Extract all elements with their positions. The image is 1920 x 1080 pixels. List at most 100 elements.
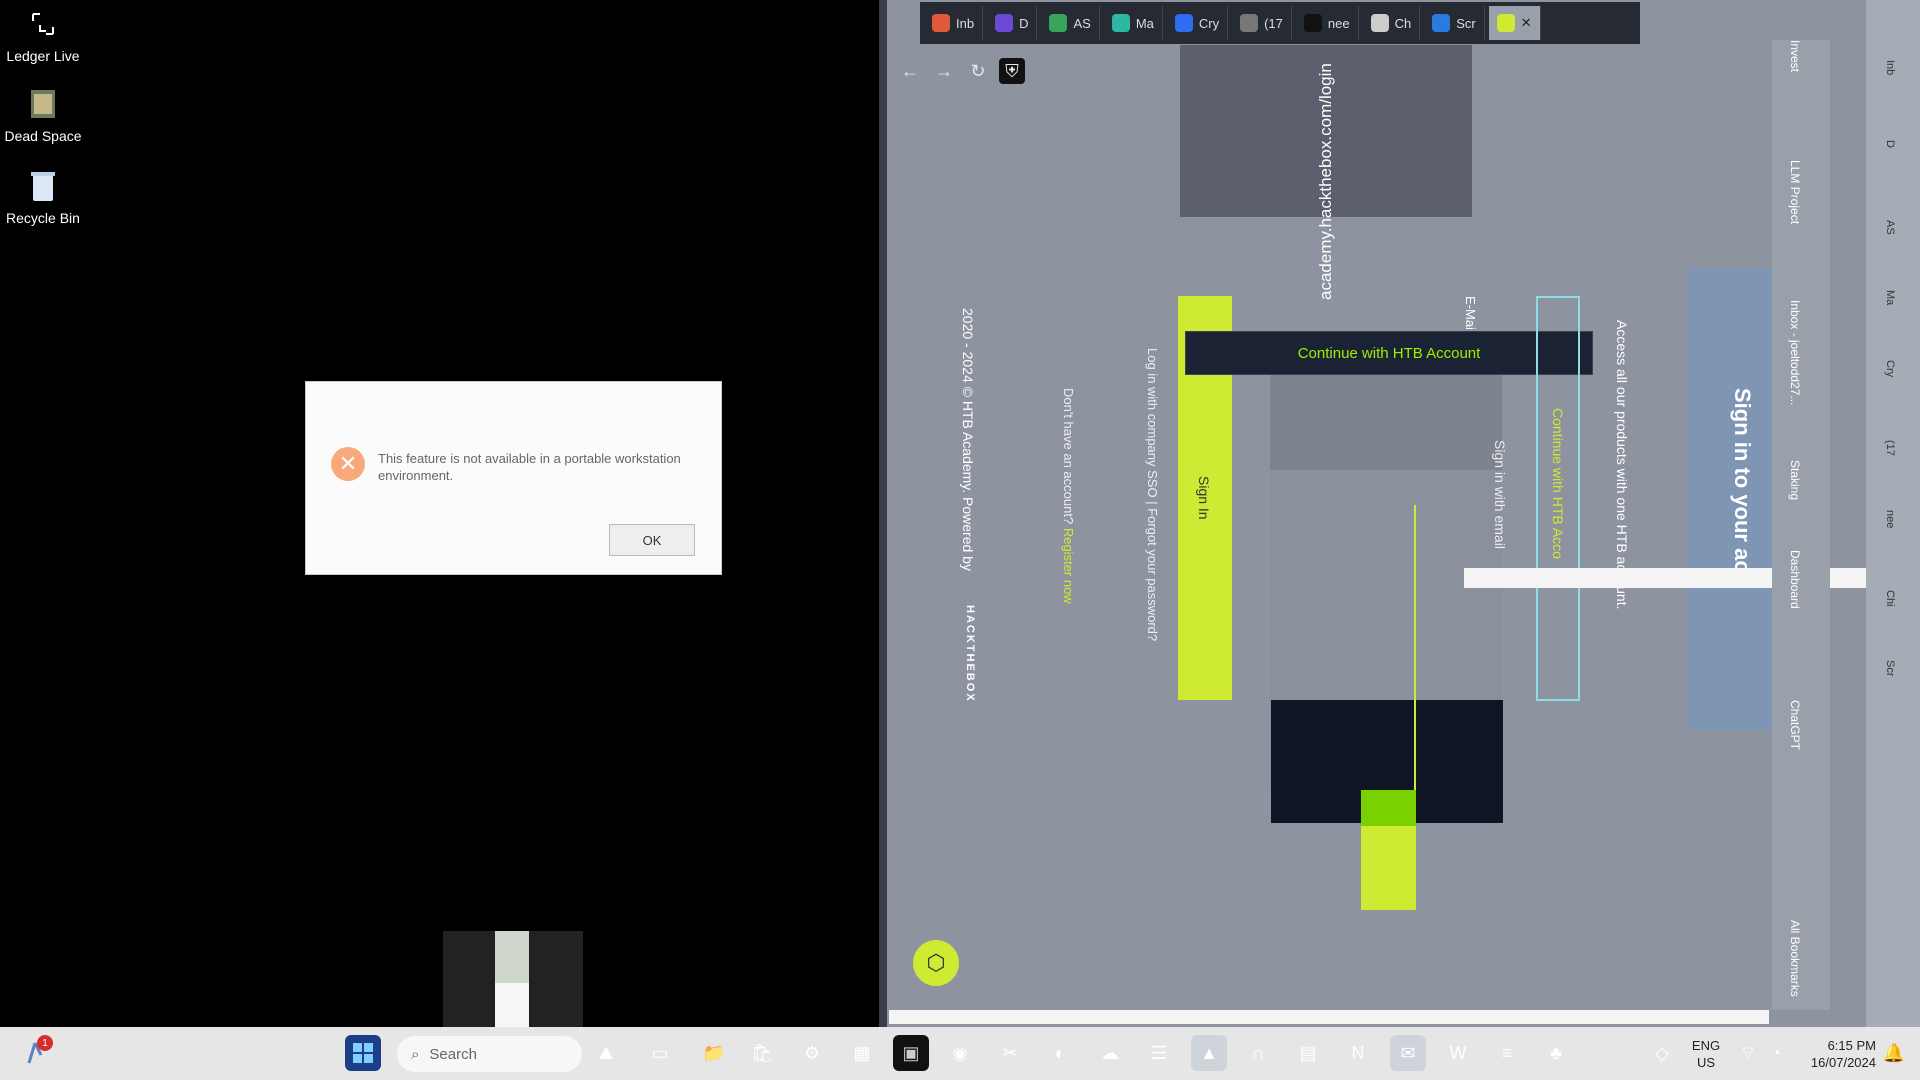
- azure-icon[interactable]: ▲: [1191, 1035, 1227, 1071]
- bookmark-item[interactable]: Dashboard: [1788, 550, 1802, 609]
- search-placeholder: Search: [429, 1045, 477, 1063]
- email-label: E-Mai: [1463, 296, 1478, 330]
- register-prompt: Don't have an account? Register now: [1061, 388, 1076, 604]
- vtab[interactable]: (17: [1884, 440, 1896, 456]
- tab-5[interactable]: (17: [1232, 6, 1292, 40]
- snipping-tool-icon[interactable]: ✂: [992, 1035, 1028, 1071]
- notification-bell-icon[interactable]: 🔔: [1878, 1035, 1910, 1071]
- edge-icon[interactable]: ◐: [1042, 1035, 1078, 1071]
- address-bar[interactable]: academy.hackthebox.com/login: [1316, 63, 1336, 300]
- vtab[interactable]: Inb: [1884, 60, 1896, 75]
- desktop-icon-ledger-live[interactable]: Ledger Live: [4, 4, 82, 64]
- settings-icon[interactable]: ⚙: [794, 1035, 830, 1071]
- bookmark-item[interactable]: Inbox - joeltodd27...: [1788, 300, 1802, 405]
- desktop-icon-label: Ledger Live: [6, 48, 80, 64]
- bookmark-item[interactable]: LLM Project: [1788, 160, 1802, 224]
- back-icon[interactable]: ←: [897, 58, 923, 84]
- tab-label: Scr: [1456, 15, 1476, 31]
- register-prefix: Don't have an account?: [1061, 388, 1076, 525]
- tab-1[interactable]: D: [987, 6, 1038, 40]
- thumbnail-image: [495, 931, 529, 983]
- desktop-icon-recycle-bin[interactable]: Recycle Bin: [4, 166, 82, 226]
- clock[interactable]: 6:15 PM 16/07/2024: [1778, 1037, 1876, 1071]
- taskbar-thumbnail-preview[interactable]: [443, 931, 583, 1027]
- app-icon[interactable]: ≡: [1489, 1035, 1525, 1071]
- popup-strip: [1464, 568, 1920, 588]
- calculator-icon[interactable]: ▦: [844, 1035, 880, 1071]
- vtab[interactable]: Ma: [1884, 290, 1896, 305]
- register-link[interactable]: Register now: [1061, 528, 1076, 604]
- vtab[interactable]: Chi: [1884, 590, 1896, 607]
- landscape-app-icon[interactable]: ⛰: [588, 1035, 624, 1071]
- all-bookmarks[interactable]: All Bookmarks: [1788, 920, 1802, 997]
- desktop-icon-dead-space[interactable]: Dead Space: [4, 84, 82, 144]
- tab-3[interactable]: Ma: [1104, 6, 1163, 40]
- continue-htb-button[interactable]: Continue with HTB Account: [1185, 331, 1593, 375]
- form-area: [1270, 374, 1502, 470]
- bookmark-item[interactable]: ChatGPT: [1788, 700, 1802, 750]
- word-icon[interactable]: W: [1440, 1035, 1476, 1071]
- bookmarks-panel: Invest LLM Project Inbox - joeltodd27...…: [1772, 40, 1830, 1010]
- hero-image: Sign in to your acc: [1687, 268, 1782, 730]
- tab-2[interactable]: AS: [1041, 6, 1100, 40]
- sso-forgot-links[interactable]: Log in with company SSO | Forgot your pa…: [1145, 348, 1160, 641]
- tab-strip: Inb D AS Ma Cry (17 nee Ch Scr ✕: [920, 2, 1640, 44]
- tab-label: Ch: [1394, 15, 1412, 31]
- tab-4[interactable]: Cry: [1167, 6, 1229, 40]
- cloud-app-icon[interactable]: ☁: [1092, 1035, 1128, 1071]
- language-indicator[interactable]: ENG US: [1688, 1037, 1724, 1071]
- desktop-icon-label: Recycle Bin: [6, 210, 80, 226]
- tray-overflow-icon[interactable]: ◇: [1644, 1035, 1680, 1071]
- bookmark-item[interactable]: Invest: [1788, 40, 1802, 72]
- taskbar-search[interactable]: ⌕ Search: [397, 1036, 582, 1072]
- tab-0[interactable]: Inb: [924, 6, 984, 40]
- forward-icon[interactable]: →: [931, 58, 957, 84]
- close-tab-icon[interactable]: ✕: [1521, 15, 1532, 31]
- outlook-icon[interactable]: ✉: [1390, 1035, 1426, 1071]
- onenote-icon[interactable]: N: [1340, 1035, 1376, 1071]
- task-view-icon[interactable]: ▭: [642, 1035, 678, 1071]
- lime-block: [1361, 826, 1416, 910]
- tab-favicon: [1049, 14, 1068, 32]
- notes-app-icon[interactable]: ☰: [1141, 1035, 1177, 1071]
- tab-favicon: [1432, 14, 1451, 32]
- htb-favicon: [1496, 14, 1515, 32]
- green-app-icon[interactable]: ♣: [1538, 1035, 1574, 1071]
- vtab[interactable]: Scr: [1884, 660, 1896, 677]
- taskbar: 1 ⌕ Search ⛰ ▭ 📁 🛍 ⚙ ▦ ▣ ◉ ✂ ◐ ☁ ☰ ▲ ∩ ▤…: [0, 1027, 1920, 1080]
- tab-favicon: [932, 14, 950, 32]
- htb-brand: HACKTHEBOX: [964, 605, 976, 703]
- 7zip-icon[interactable]: ▤: [1290, 1035, 1326, 1071]
- bookmark-item[interactable]: Staking: [1788, 460, 1802, 500]
- window-edge: [879, 0, 887, 1027]
- thumbnail-window: [495, 983, 529, 1027]
- tab-favicon: [1240, 14, 1259, 32]
- extension-icon[interactable]: ⛨: [999, 58, 1025, 84]
- tab-active[interactable]: ✕: [1488, 6, 1541, 40]
- tab-6[interactable]: nee: [1296, 6, 1359, 40]
- vtab[interactable]: nee: [1884, 510, 1896, 528]
- dead-space-icon: [23, 84, 63, 124]
- tab-favicon: [1370, 14, 1389, 32]
- ok-button[interactable]: OK: [609, 524, 695, 556]
- reload-icon[interactable]: ↻: [965, 58, 991, 84]
- tab-label: Inb: [956, 15, 975, 31]
- tab-7[interactable]: Ch: [1363, 6, 1421, 40]
- vtab[interactable]: AS: [1884, 220, 1896, 235]
- tab-label: D: [1019, 15, 1029, 31]
- vtab[interactable]: Cry: [1884, 360, 1896, 377]
- start-icon[interactable]: [345, 1035, 381, 1071]
- microsoft-store-icon[interactable]: 🛍: [744, 1035, 780, 1071]
- terminal-icon[interactable]: ▣: [893, 1035, 929, 1071]
- tab-8[interactable]: Scr: [1424, 6, 1485, 40]
- file-explorer-icon[interactable]: 📁: [696, 1035, 732, 1071]
- continue-htb-outline-button[interactable]: Continue with HTB Acco: [1536, 296, 1580, 701]
- clock-date: 16/07/2024: [1810, 1055, 1876, 1070]
- horizontal-scrollbar[interactable]: [889, 1010, 1769, 1024]
- arc-app-icon[interactable]: ∩: [1240, 1035, 1276, 1071]
- vtab[interactable]: D: [1884, 140, 1896, 148]
- chrome-icon[interactable]: ◉: [942, 1035, 978, 1071]
- tab-favicon: [1174, 14, 1193, 32]
- htb-logo-icon[interactable]: ⬡: [913, 940, 959, 986]
- tab-label: AS: [1073, 15, 1091, 31]
